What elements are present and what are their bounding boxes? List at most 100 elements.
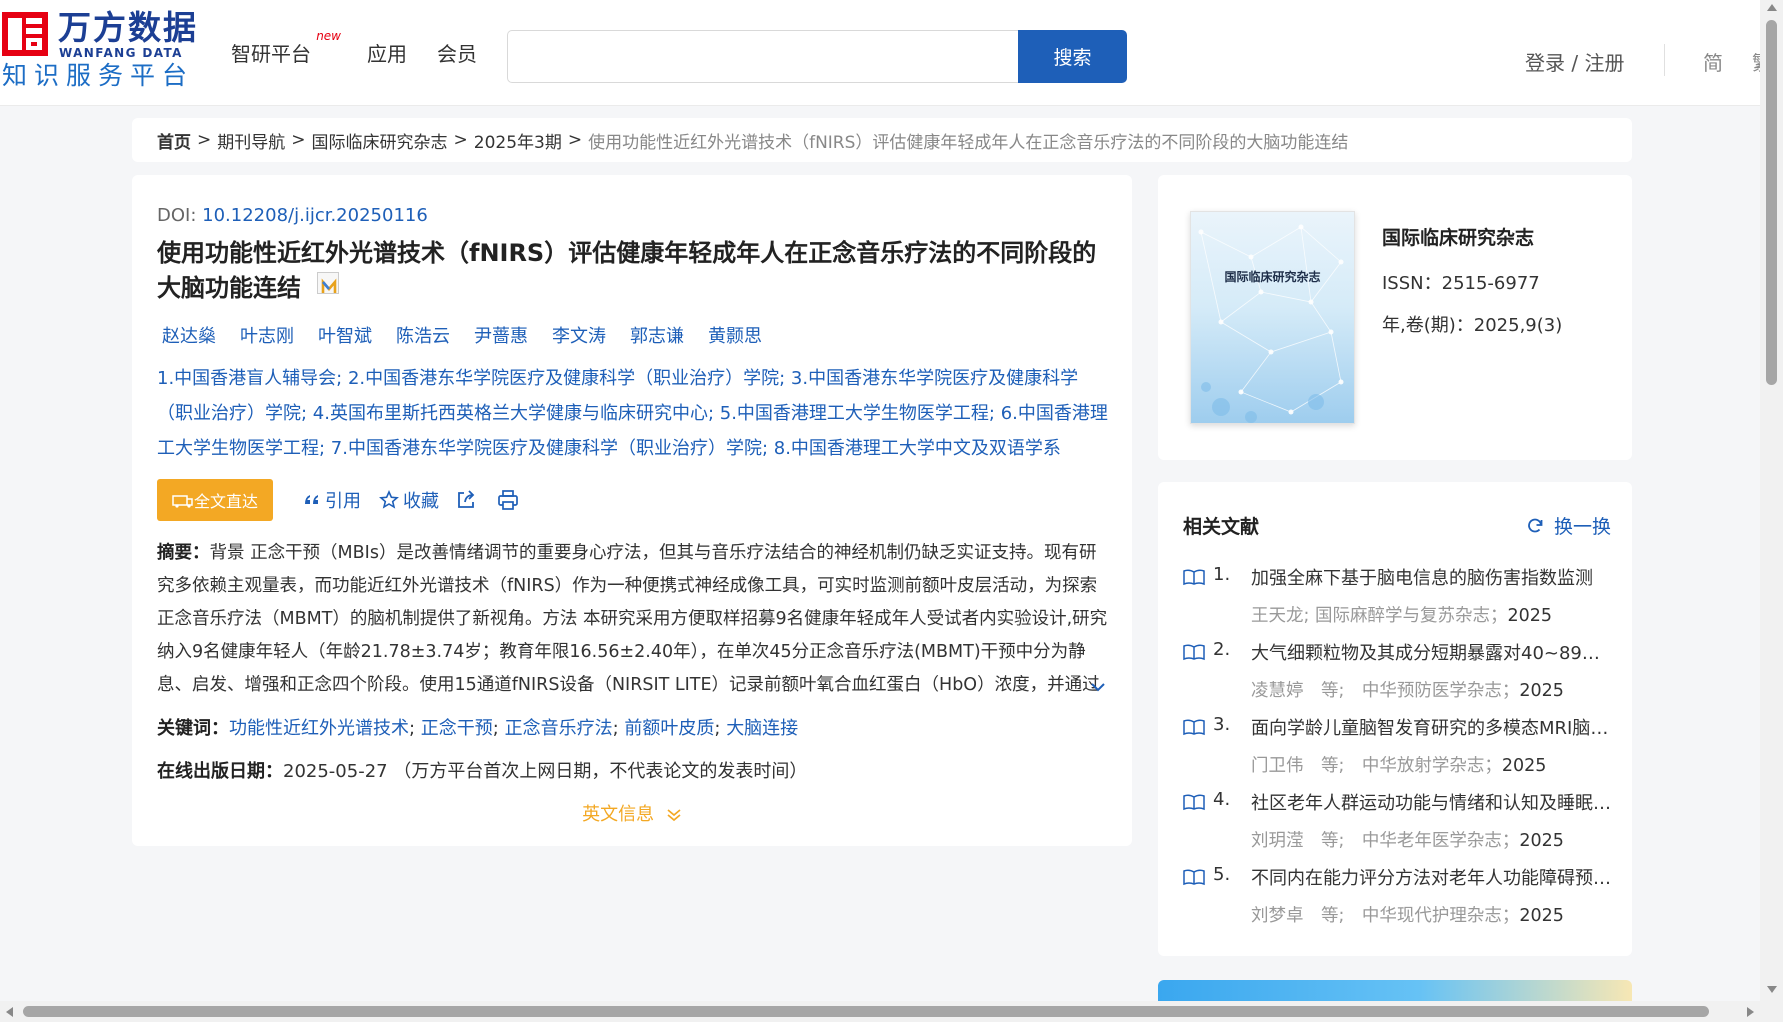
breadcrumb-current: 使用功能性近红外光谱技术（fNIRS）评估健康年轻成年人在正念音乐疗法的不同阶段…: [588, 132, 1349, 153]
abstract-text: 背景 正念干预（MBIs）是改善情绪调节的重要身心疗法，但其与音乐疗法结合的神经…: [157, 543, 1108, 695]
open-book-icon: [1183, 644, 1205, 661]
author-link[interactable]: 李文涛: [552, 322, 606, 348]
breadcrumb-journal-nav[interactable]: 期刊导航: [217, 128, 285, 153]
chevron-down-icon: [1091, 683, 1105, 692]
author-link[interactable]: 赵达燊: [162, 322, 216, 348]
refresh-icon: [1528, 518, 1543, 532]
cover-network-pattern-icon: [1198, 224, 1344, 423]
online-publish-date: 在线出版日期：2025-05-27 （万方平台首次上网日期，不代表论文的发表时间…: [157, 757, 807, 783]
scroll-right-arrow-icon[interactable]: [1747, 1007, 1754, 1017]
abstract-expand-button[interactable]: [1090, 679, 1106, 698]
vertical-scrollbar[interactable]: [1760, 0, 1783, 1022]
wanfang-logo[interactable]: 万方数据 WANFANG DATA 知识服务平台: [2, 10, 196, 92]
doi-link[interactable]: 10.12208/j.ijcr.20250116: [202, 205, 428, 226]
scroll-down-arrow-icon[interactable]: [1767, 986, 1777, 993]
horizontal-scroll-thumb[interactable]: [23, 1006, 1709, 1017]
related-title-link[interactable]: 社区老年人群运动功能与情绪和认知及睡眠质量的关系: [1251, 789, 1613, 815]
pubdate-note: （万方平台首次上网日期，不代表论文的发表时间）: [393, 761, 808, 782]
vertical-scroll-thumb[interactable]: [1766, 20, 1777, 385]
author-link[interactable]: 郭志谦: [630, 322, 684, 348]
m-badge-text: M: [318, 276, 319, 277]
refresh-related-button[interactable]: 换一换: [1526, 512, 1611, 539]
open-book-icon: [1183, 719, 1205, 736]
doi-line: DOI: 10.12208/j.ijcr.20250116: [157, 205, 428, 226]
breadcrumb-issue[interactable]: 2025年3期: [474, 128, 562, 153]
related-title-link[interactable]: 大气细颗粒物及其成分短期暴露对40~89岁人群认知功能的影响: [1251, 639, 1613, 665]
cite-label: 引用: [325, 491, 361, 512]
wanfang-logo-mark-icon: [2, 12, 48, 56]
author-link[interactable]: 叶志刚: [240, 322, 294, 348]
article-actions: 全文直达 引用 收藏: [157, 479, 519, 521]
pubdate-label: 在线出版日期：: [157, 761, 283, 782]
scroll-left-arrow-icon[interactable]: [6, 1007, 13, 1017]
logo-chinese-name: 万方数据: [58, 8, 198, 47]
m-badge-icon[interactable]: M: [317, 272, 339, 294]
doi-label: DOI:: [157, 205, 197, 226]
keyword-link[interactable]: 前额叶皮质: [624, 718, 714, 739]
journal-name-link[interactable]: 国际临床研究杂志: [1382, 223, 1534, 250]
breadcrumb-separator: >: [291, 130, 306, 150]
related-number: 1.: [1213, 564, 1231, 585]
nav-item-label: 应用: [367, 42, 407, 66]
keyword-link[interactable]: 正念音乐疗法: [505, 718, 613, 739]
keyword-link[interactable]: 功能性近红外光谱技术: [229, 718, 409, 739]
breadcrumb-separator: >: [567, 130, 583, 150]
breadcrumb-journal[interactable]: 国际临床研究杂志: [312, 128, 448, 153]
lang-traditional-button[interactable]: 繁: [1752, 47, 1760, 76]
related-item: 4. 社区老年人群运动功能与情绪和认知及睡眠质量的关系 刘玥滢 等; 中华老年医…: [1183, 789, 1613, 864]
related-title-link[interactable]: 加强全麻下基于脑电信息的脑伤害指数监测: [1251, 564, 1613, 590]
keyword-link[interactable]: 大脑连接: [726, 718, 798, 739]
author-link[interactable]: 黄颢思: [708, 322, 762, 348]
cover-title: 国际临床研究杂志: [1224, 270, 1321, 284]
keywords-line: 关键词：功能性近红外光谱技术; 正念干预; 正念音乐疗法; 前额叶皮质; 大脑连…: [157, 718, 799, 739]
nav-apps[interactable]: 应用: [367, 38, 407, 67]
related-source: 刘玥滢 等; 中华老年医学杂志；: [1251, 831, 1520, 851]
journal-cover[interactable]: 国际临床研究杂志: [1190, 211, 1355, 424]
related-meta: 刘玥滢 等; 中华老年医学杂志；2025: [1251, 827, 1564, 852]
english-info-toggle[interactable]: 英文信息: [132, 800, 1132, 826]
scroll-up-arrow-icon[interactable]: [1767, 4, 1777, 11]
pubdate-value: 2025-05-27: [283, 761, 388, 782]
related-title: 相关文献: [1183, 516, 1260, 538]
related-source: 刘梦卓 等; 中华现代护理杂志；: [1251, 906, 1520, 926]
search-bar: 搜索: [507, 30, 1127, 83]
breadcrumb-home[interactable]: 首页: [157, 128, 191, 153]
related-number: 3.: [1213, 714, 1231, 735]
open-book-icon: [1183, 869, 1205, 886]
nav-zhiyan-platform[interactable]: 智研平台 new: [231, 29, 341, 67]
breadcrumb: 首页 > 期刊导航 > 国际临床研究杂志 > 2025年3期 > 使用功能性近红…: [132, 118, 1632, 162]
print-button[interactable]: [497, 489, 519, 511]
top-header: 万方数据 WANFANG DATA 知识服务平台 智研平台 new 应用 会员 …: [0, 0, 1760, 106]
related-title-link[interactable]: 不同内在能力评分方法对老年人功能障碍预测价值的比较: [1251, 864, 1613, 890]
related-item: 2. 大气细颗粒物及其成分短期暴露对40~89岁人群认知功能的影响 凌慧婷 等;…: [1183, 639, 1613, 714]
search-input[interactable]: [507, 30, 1018, 83]
double-chevron-down-icon: [667, 809, 681, 822]
nav-membership[interactable]: 会员: [437, 38, 477, 67]
print-icon: [498, 490, 518, 510]
promo-banner[interactable]: [1158, 980, 1632, 1001]
login-register-link[interactable]: 登录 / 注册: [1525, 47, 1624, 76]
share-icon: [458, 490, 475, 508]
breadcrumb-separator: >: [453, 130, 468, 150]
refresh-label: 换一换: [1554, 516, 1612, 538]
article-title: 使用功能性近红外光谱技术（fNIRS）评估健康年轻成年人在正念音乐疗法的不同阶段…: [157, 236, 1107, 306]
open-book-icon: [1183, 794, 1205, 811]
collect-button[interactable]: 收藏: [379, 487, 439, 513]
search-button[interactable]: 搜索: [1018, 30, 1127, 83]
related-meta: 门卫伟 等; 中华放射学杂志；2025: [1251, 752, 1546, 777]
lang-simplified-button[interactable]: 简: [1703, 47, 1723, 76]
affiliations[interactable]: 1.中国香港盲人辅导会; 2.中国香港东华学院医疗及健康科学（职业治疗）学院; …: [157, 361, 1112, 466]
journal-volume: 年,卷(期)：2025,9(3): [1382, 315, 1563, 336]
share-button[interactable]: [455, 489, 477, 511]
nav-item-label: 会员: [437, 42, 477, 66]
fulltext-button[interactable]: 全文直达: [157, 479, 273, 521]
abstract: 摘要：背景 正念干预（MBIs）是改善情绪调节的重要身心疗法，但其与音乐疗法结合…: [157, 537, 1112, 701]
author-link[interactable]: 陈浩云: [396, 322, 450, 348]
horizontal-scrollbar[interactable]: [0, 1001, 1760, 1022]
author-link[interactable]: 尹蔷惠: [474, 322, 528, 348]
quote-icon: [305, 495, 318, 504]
author-link[interactable]: 叶智斌: [318, 322, 372, 348]
keyword-link[interactable]: 正念干预: [421, 718, 493, 739]
related-title-link[interactable]: 面向学龄儿童脑智发育研究的多模态MRI脑影像数据库: [1251, 714, 1613, 740]
cite-button[interactable]: 引用: [303, 487, 361, 513]
